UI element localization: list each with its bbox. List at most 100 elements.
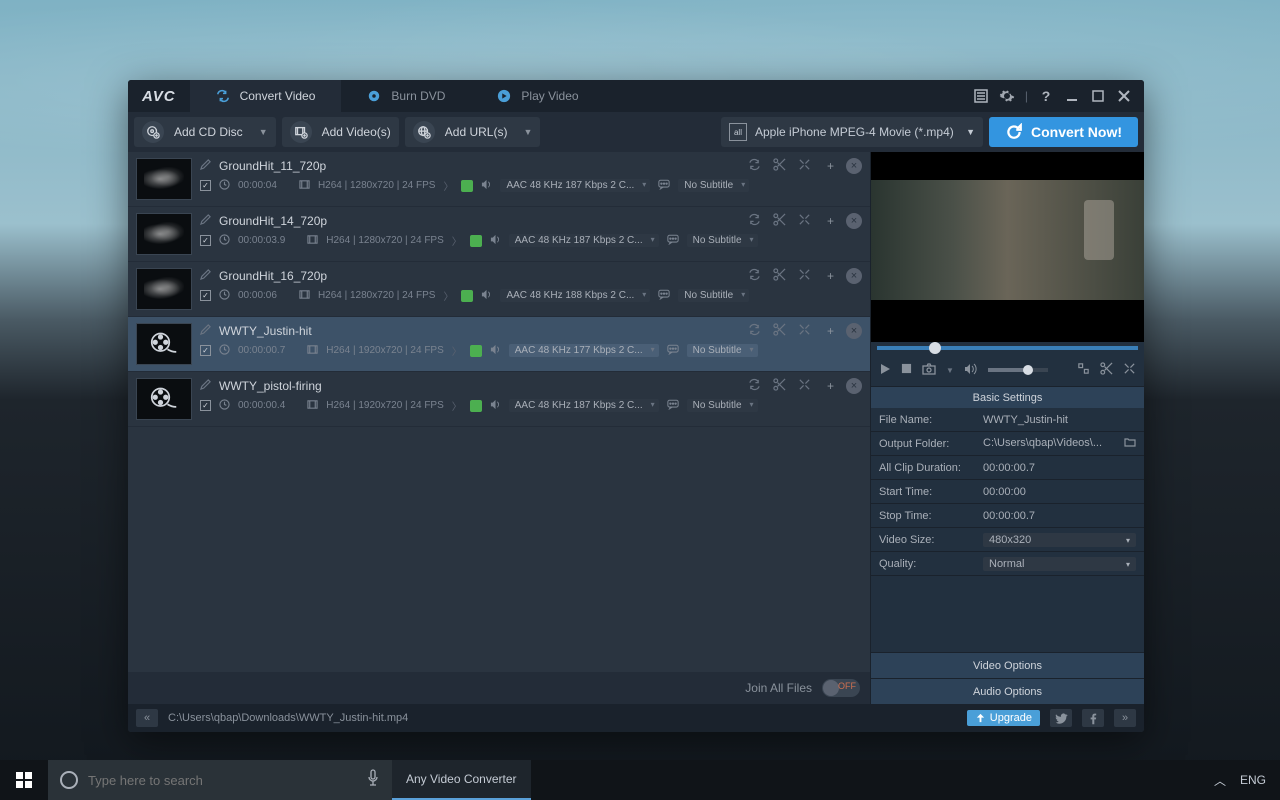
add-cd-button[interactable]: Add CD Disc ▼ [134,117,276,147]
seek-bar[interactable] [871,342,1144,354]
edit-icon[interactable] [200,324,211,338]
tab-convert-video[interactable]: Convert Video [190,80,342,112]
stop-icon[interactable] [901,363,912,377]
setting-value: 00:00:00.7 [983,510,1136,522]
upgrade-button[interactable]: Upgrade [967,710,1040,726]
refresh-icon[interactable] [748,268,761,284]
volume-icon[interactable] [964,363,978,378]
expand-icon[interactable]: » [1114,709,1136,727]
setting-key: All Clip Duration: [879,462,983,474]
checkbox[interactable]: ✓ [200,290,211,301]
refresh-icon[interactable] [748,158,761,174]
checkbox[interactable]: ✓ [200,235,211,246]
setting-value[interactable]: Normal [983,557,1136,571]
scissors-icon[interactable] [1100,362,1113,378]
edit-icon[interactable] [200,214,211,228]
add-icon[interactable]: + [827,379,834,393]
crop-icon[interactable] [1077,362,1090,378]
add-icon[interactable]: + [827,269,834,283]
join-toggle[interactable]: OFF [822,679,860,697]
play-icon[interactable] [879,363,891,378]
video-options-button[interactable]: Video Options [871,652,1144,678]
subtitle-select[interactable]: No Subtitle [687,234,758,247]
preview-player[interactable] [871,152,1144,342]
taskbar-app[interactable]: Any Video Converter [392,760,531,800]
setting-key: File Name: [879,414,983,426]
effects-icon[interactable] [798,323,811,339]
start-button[interactable] [0,760,48,800]
file-name: GroundHit_16_720p [219,269,327,283]
volume-slider[interactable] [988,368,1048,372]
subtitle-select[interactable]: No Subtitle [687,344,758,357]
remove-icon[interactable]: × [846,378,862,394]
facebook-icon[interactable] [1082,709,1104,727]
subtitle-select[interactable]: No Subtitle [678,179,749,192]
audio-select[interactable]: AAC 48 KHz 188 Kbps 2 C... [500,289,650,302]
maximize-button[interactable] [1090,88,1106,104]
subtitle-select[interactable]: No Subtitle [678,289,749,302]
search-box[interactable] [48,760,392,800]
file-row[interactable]: GroundHit_14_720p+×✓00:00:03.9H264 | 128… [128,207,870,262]
scissors-icon[interactable] [773,268,786,284]
scissors-icon[interactable] [773,158,786,174]
setting-row[interactable]: Video Size:480x320 [871,528,1144,552]
audio-select[interactable]: AAC 48 KHz 187 Kbps 2 C... [509,234,659,247]
twitter-icon[interactable] [1050,709,1072,727]
audio-select[interactable]: AAC 48 KHz 187 Kbps 2 C... [509,399,659,412]
add-icon[interactable]: + [827,214,834,228]
effects-icon[interactable] [1123,362,1136,378]
audio-options-button[interactable]: Audio Options [871,678,1144,704]
effects-icon[interactable] [798,213,811,229]
scissors-icon[interactable] [773,213,786,229]
remove-icon[interactable]: × [846,323,862,339]
checkbox[interactable]: ✓ [200,345,211,356]
language-indicator[interactable]: ENG [1240,773,1266,787]
audio-select[interactable]: AAC 48 KHz 177 Kbps 2 C... [509,344,659,357]
chevron-down-icon: ▼ [259,127,268,137]
checkbox[interactable]: ✓ [200,400,211,411]
close-button[interactable] [1116,88,1132,104]
edit-icon[interactable] [200,269,211,283]
snapshot-icon[interactable] [922,363,936,378]
edit-icon[interactable] [200,159,211,173]
remove-icon[interactable]: × [846,213,862,229]
folder-icon[interactable] [1124,437,1136,450]
list-icon[interactable] [973,88,989,104]
audio-select[interactable]: AAC 48 KHz 187 Kbps 2 C... [500,179,650,192]
collapse-icon[interactable]: « [136,709,158,727]
tray-chevron-icon[interactable]: ︿ [1214,772,1226,789]
effects-icon[interactable] [798,378,811,394]
add-video-button[interactable]: Add Video(s) [282,117,399,147]
gear-icon[interactable] [999,88,1015,104]
setting-value[interactable]: 480x320 [983,533,1136,547]
add-icon[interactable]: + [827,324,834,338]
minimize-button[interactable] [1064,88,1080,104]
edit-icon[interactable] [200,379,211,393]
checkbox[interactable]: ✓ [200,180,211,191]
tab-play-video[interactable]: Play Video [471,80,604,112]
subtitle-select[interactable]: No Subtitle [687,399,758,412]
effects-icon[interactable] [798,158,811,174]
output-profile-select[interactable]: all Apple iPhone MPEG-4 Movie (*.mp4) ▼ [721,117,983,147]
setting-row[interactable]: Quality:Normal [871,552,1144,576]
refresh-icon[interactable] [748,323,761,339]
refresh-icon[interactable] [748,378,761,394]
tab-burn-dvd[interactable]: Burn DVD [341,80,471,112]
mic-icon[interactable] [366,769,380,792]
help-icon[interactable]: ? [1038,88,1054,104]
file-row[interactable]: GroundHit_16_720p+×✓00:00:06H264 | 1280x… [128,262,870,317]
add-url-button[interactable]: Add URL(s) ▼ [405,117,541,147]
scissors-icon[interactable] [773,378,786,394]
add-icon[interactable]: + [827,159,834,173]
thumbnail [136,268,192,310]
scissors-icon[interactable] [773,323,786,339]
file-row[interactable]: WWTY_pistol-firing+×✓00:00:00.4H264 | 19… [128,372,870,427]
file-row[interactable]: GroundHit_11_720p+×✓00:00:04H264 | 1280x… [128,152,870,207]
convert-now-button[interactable]: Convert Now! [989,117,1138,147]
search-input[interactable] [88,773,356,788]
refresh-icon[interactable] [748,213,761,229]
effects-icon[interactable] [798,268,811,284]
file-row[interactable]: WWTY_Justin-hit+×✓00:00:00.7H264 | 1920x… [128,317,870,372]
remove-icon[interactable]: × [846,268,862,284]
remove-icon[interactable]: × [846,158,862,174]
